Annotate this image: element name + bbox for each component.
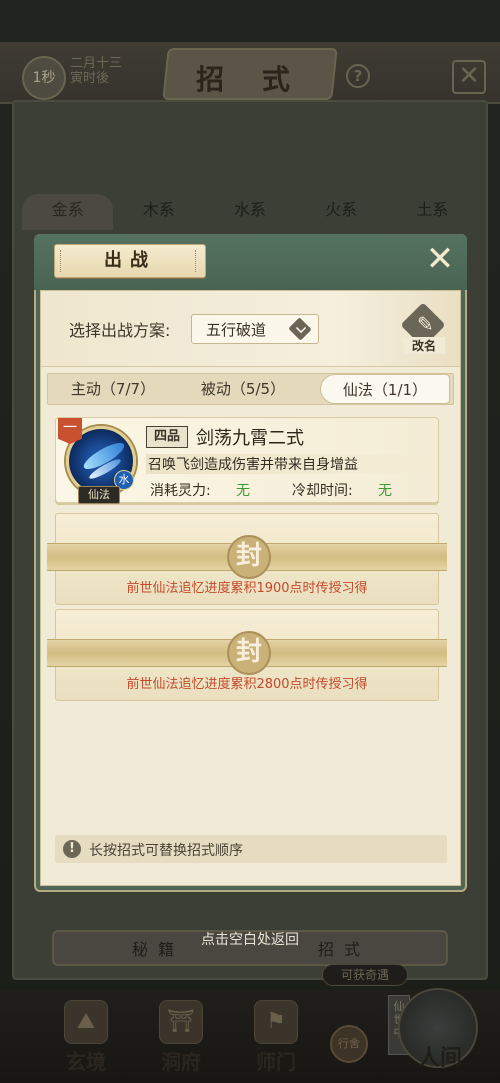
dialog-header: 出战 ✕	[34, 234, 467, 290]
nav-label: 师门	[256, 1050, 296, 1074]
nav-item-cave[interactable]: ⛩ 洞府	[141, 1000, 221, 1075]
locked-skill-slot: 封 前世仙法追忆进度累积1900点时传授习得	[47, 513, 447, 605]
dialog-body: 选择出战方案: 五行破道 ✎ 改名 主动（7/7） 被动（5/5） 仙法（1/1…	[40, 290, 461, 886]
cooldown-label: 冷却时间:	[292, 483, 353, 499]
skill-name: 剑荡九霄二式	[196, 428, 304, 449]
nav-item-sect[interactable]: ⚑ 师门	[236, 1000, 316, 1075]
battle-loadout-dialog: 出战 ✕ 选择出战方案: 五行破道 ✎ 改名 主动（7/7） 被动（5/5） 仙…	[34, 234, 467, 894]
slot-number-badge: 一	[58, 418, 82, 444]
tab-earth[interactable]: 土系	[387, 194, 478, 230]
tab-wood[interactable]: 木系	[113, 194, 204, 230]
timer-badge: 1秒	[22, 56, 66, 100]
scheme-value: 五行破道	[206, 321, 267, 339]
encounter-badge: 可获奇遇	[322, 964, 408, 986]
nav-label: 玄境	[66, 1050, 106, 1074]
skill-type-badge: 仙法	[78, 486, 120, 504]
rename-button[interactable]: ✎ 改名	[400, 302, 446, 354]
nav-item-realm[interactable]: ⛰ 玄境	[46, 1000, 126, 1075]
skill-grade-badge: 四品	[146, 426, 188, 448]
info-icon: !	[63, 840, 81, 858]
tab-metal[interactable]: 金系	[22, 194, 114, 230]
unlock-condition: 前世仙法追忆进度累积1900点时传授习得	[126, 581, 368, 596]
chevron-down-icon	[288, 317, 312, 341]
sect-icon: ⚑	[254, 1000, 298, 1044]
seal-icon: 封	[227, 631, 271, 675]
time-line: 寅时後	[70, 71, 110, 86]
tab-active-skills[interactable]: 主动（7/7）	[48, 374, 178, 404]
tab-water[interactable]: 水系	[204, 194, 295, 230]
tab-passive-skills[interactable]: 被动（5/5）	[178, 374, 308, 404]
cave-icon: ⛩	[159, 1000, 203, 1044]
nav-label: 洞府	[161, 1050, 201, 1074]
element-tabs: 金系 木系 水系 火系 土系	[22, 194, 478, 230]
tab-fire[interactable]: 火系	[296, 194, 387, 230]
world-label: 人间	[417, 1045, 462, 1071]
lodge-button[interactable]: 行舍	[330, 1025, 368, 1063]
close-icon[interactable]: ✕	[424, 242, 456, 276]
unlock-condition: 前世仙法追忆进度累积2800点时传授习得	[126, 677, 368, 692]
rename-label: 改名	[403, 337, 445, 354]
brush-icon: ✎	[417, 312, 434, 336]
cooldown-value: 无	[378, 483, 392, 499]
scheme-label: 选择出战方案:	[69, 321, 171, 340]
locked-skill-slot: 封 前世仙法追忆进度累积2800点时传授习得	[47, 609, 447, 701]
skill-type-tabs: 主动（7/7） 被动（5/5） 仙法（1/1）	[47, 373, 454, 405]
cost-value: 无	[236, 483, 250, 499]
cost-label: 消耗灵力:	[150, 483, 211, 499]
scheme-bar: 选择出战方案: 五行破道 ✎ 改名	[41, 291, 460, 367]
hint-bar: ! 长按招式可替换招式顺序	[55, 835, 447, 863]
tab-immortal-arts[interactable]: 仙法（1/1）	[320, 374, 450, 404]
realm-icon: ⛰	[64, 1000, 108, 1044]
scheme-dropdown[interactable]: 五行破道	[191, 314, 319, 344]
help-icon[interactable]: ?	[346, 64, 370, 88]
title-tag: 出战	[54, 244, 206, 278]
page-title: 招 式	[196, 63, 304, 96]
skill-description: 召唤飞剑造成伤害并带来自身增益	[146, 454, 436, 474]
game-date: 二月十三 寅时後	[70, 56, 122, 86]
tap-to-close-hint[interactable]: 点击空白处返回	[0, 929, 500, 949]
hint-text: 长按招式可替换招式顺序	[89, 843, 243, 859]
seal-icon: 封	[227, 535, 271, 579]
skill-card[interactable]: 一 水 仙法 四品 剑荡九霄二式 召唤飞剑造成伤害并带来自身增益 消耗灵力: 无…	[55, 417, 439, 504]
page-close-icon[interactable]: ✕	[452, 60, 486, 94]
dialog-title: 出战	[104, 250, 156, 271]
date-line: 二月十三	[70, 56, 123, 71]
